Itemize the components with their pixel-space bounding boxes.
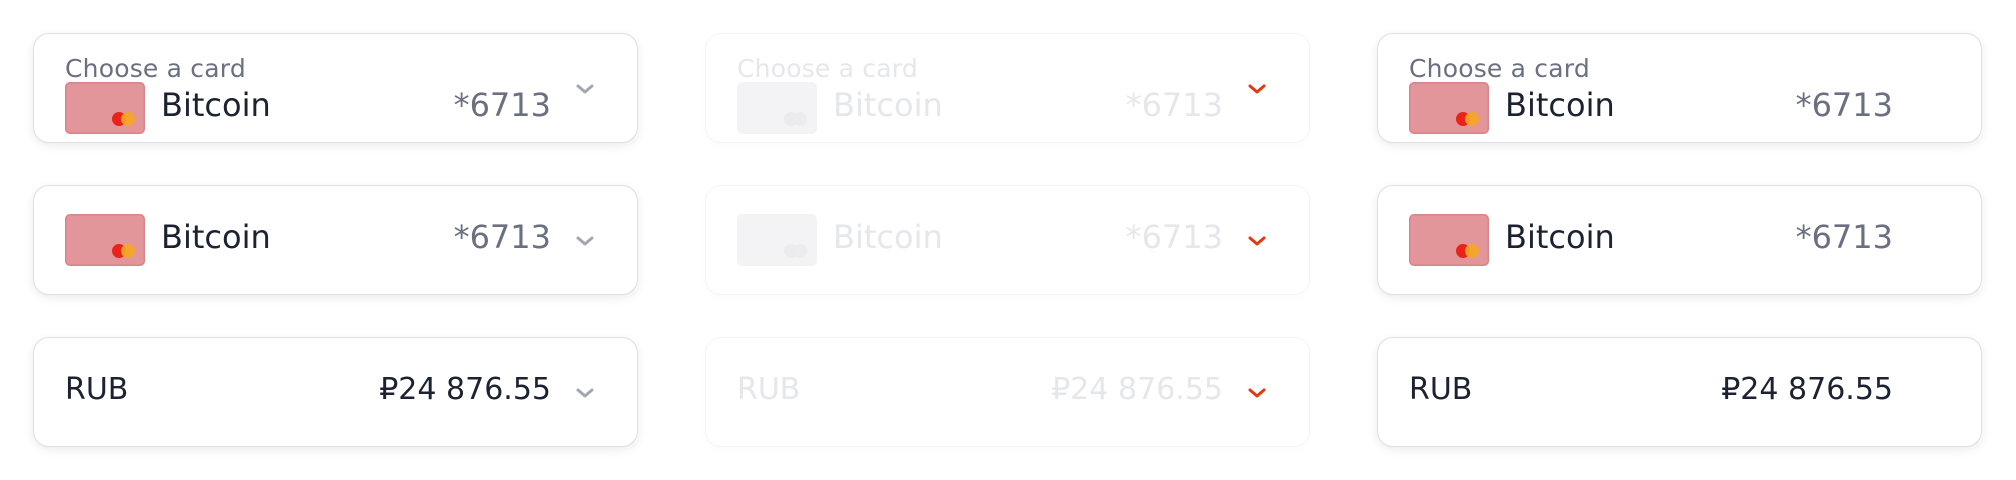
card-select[interactable]: Bitcoin *6713 (33, 185, 638, 295)
card-name: Bitcoin (833, 86, 943, 124)
card-select[interactable]: Bitcoin *6713 (1377, 185, 1982, 295)
card-select-with-label: Choose a card Bitcoin *6713 (705, 33, 1310, 143)
card-number: *6713 (1795, 86, 1893, 124)
chevron-down-icon (1245, 381, 1269, 405)
card-number: *6713 (453, 86, 551, 124)
card-name: Bitcoin (1505, 218, 1615, 256)
card-thumbnail (65, 82, 145, 134)
card-select-states: Choose a card Bitcoin *6713 Bitcoin *671… (0, 0, 2016, 480)
mastercard-icon (112, 244, 138, 260)
card-select-with-label[interactable]: Choose a card Bitcoin *6713 (1377, 33, 1982, 143)
card-thumbnail (1409, 82, 1489, 134)
account-balance: ₽24 876.55 (379, 372, 551, 407)
chevron-down-icon (1245, 77, 1269, 101)
card-name: Bitcoin (161, 218, 271, 256)
chevron-down-icon (1245, 229, 1269, 253)
currency-code: RUB (1409, 372, 1473, 407)
account-select: RUB ₽24 876.55 (705, 337, 1310, 447)
account-select[interactable]: RUB ₽24 876.55 (33, 337, 638, 447)
card-name: Bitcoin (1505, 86, 1615, 124)
card-number: *6713 (453, 218, 551, 256)
currency-code: RUB (65, 372, 129, 407)
card-select: Bitcoin *6713 (705, 185, 1310, 295)
card-thumbnail (737, 82, 817, 134)
card-thumbnail (737, 214, 817, 266)
account-select[interactable]: RUB ₽24 876.55 (1377, 337, 1982, 447)
mastercard-icon (784, 244, 810, 260)
chevron-down-icon[interactable] (573, 77, 597, 101)
card-number: *6713 (1795, 218, 1893, 256)
card-thumbnail (1409, 214, 1489, 266)
state-default: Choose a card Bitcoin *6713 Bitcoin *671… (0, 0, 672, 480)
field-label: Choose a card (1409, 54, 1590, 83)
card-name: Bitcoin (833, 218, 943, 256)
state-static: Choose a card Bitcoin *6713 Bitcoin *671… (1344, 0, 2016, 480)
card-select-with-label[interactable]: Choose a card Bitcoin *6713 (33, 33, 638, 143)
mastercard-icon (112, 112, 138, 128)
chevron-down-icon[interactable] (573, 381, 597, 405)
card-name: Bitcoin (161, 86, 271, 124)
card-thumbnail (65, 214, 145, 266)
chevron-down-icon[interactable] (573, 229, 597, 253)
account-balance: ₽24 876.55 (1721, 372, 1893, 407)
account-balance: ₽24 876.55 (1051, 372, 1223, 407)
currency-code: RUB (737, 372, 801, 407)
card-number: *6713 (1125, 218, 1223, 256)
field-label: Choose a card (65, 54, 246, 83)
mastercard-icon (784, 112, 810, 128)
field-label: Choose a card (737, 54, 918, 83)
mastercard-icon (1456, 244, 1482, 260)
state-disabled: Choose a card Bitcoin *6713 Bitcoin *671… (672, 0, 1344, 480)
card-number: *6713 (1125, 86, 1223, 124)
mastercard-icon (1456, 112, 1482, 128)
